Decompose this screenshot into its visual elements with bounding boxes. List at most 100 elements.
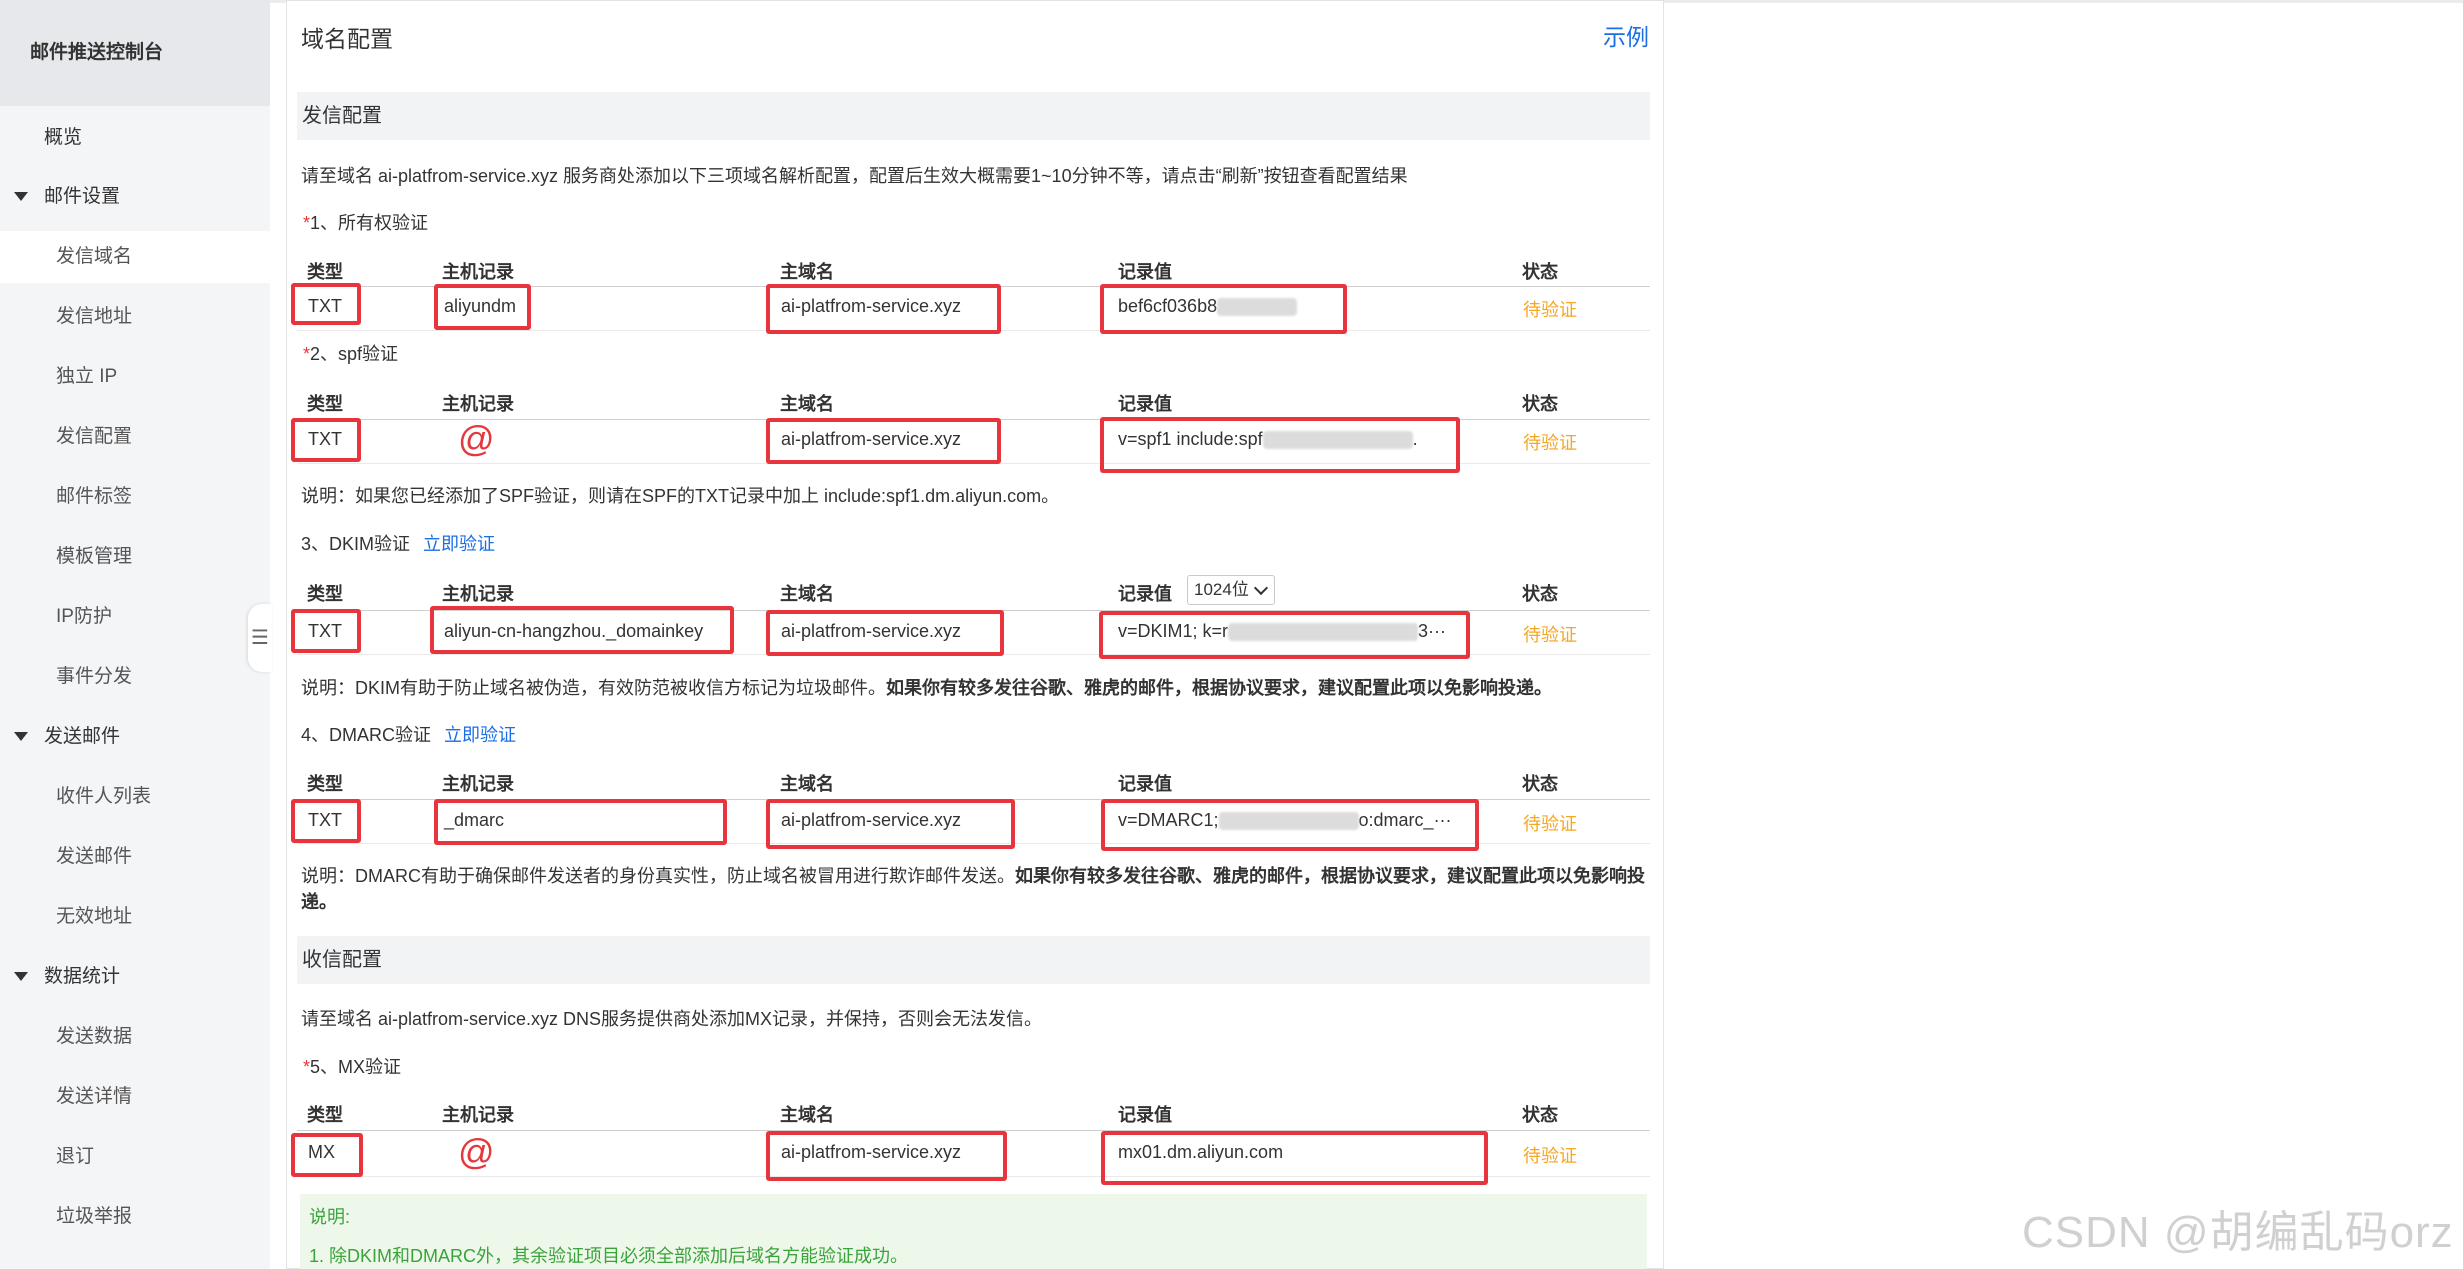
- record-title-spf: *2、spf验证: [303, 340, 398, 366]
- highlight-box: [291, 609, 361, 653]
- dkim-note-text: 说明：DKIM有助于防止域名被伪造，有效防范被收信方标记为垃圾邮件。: [301, 678, 886, 698]
- sidebar-group-label: 邮件设置: [44, 186, 121, 207]
- header-status: 状态: [1522, 1105, 1558, 1125]
- highlight-box: [766, 799, 1015, 849]
- record-status: 待验证: [1523, 300, 1577, 320]
- header-host: 主机记录: [442, 774, 514, 794]
- sidebar-group-label: 数据统计: [44, 966, 121, 987]
- example-link[interactable]: 示例: [1603, 18, 1649, 52]
- sidebar-item-send-data[interactable]: 发送数据: [0, 1011, 270, 1063]
- header-status: 状态: [1522, 774, 1558, 794]
- header-value: 记录值: [1118, 1105, 1172, 1125]
- dkim-verify-link[interactable]: 立即验证: [423, 534, 495, 554]
- sidebar-item-templates[interactable]: 模板管理: [0, 531, 270, 583]
- highlight-box: [1100, 417, 1460, 473]
- dmarc-note-text: 说明：DMARC有助于确保邮件发送者的身份真实性，防止域名被冒用进行欺诈邮件发送…: [301, 866, 1015, 886]
- highlight-box: [766, 610, 1004, 656]
- receive-config-intro: 请至域名 ai-platfrom-service.xyz DNS服务提供商处添加…: [301, 1009, 1043, 1029]
- dmarc-note-bold-continued: 递。: [301, 892, 337, 912]
- receive-config-section-title: 收信配置: [297, 936, 1650, 984]
- sidebar-group-statistics[interactable]: 数据统计: [0, 951, 270, 1003]
- header-status: 状态: [1522, 394, 1558, 414]
- header-domain: 主域名: [780, 584, 834, 604]
- sidebar-item-event-dispatch[interactable]: 事件分发: [0, 651, 270, 703]
- send-config-intro: 请至域名 ai-platfrom-service.xyz 服务商处添加以下三项域…: [301, 166, 1408, 186]
- header-value: 记录值: [1118, 262, 1172, 282]
- record-status: 待验证: [1523, 433, 1577, 453]
- header-host: 主机记录: [442, 262, 514, 282]
- header-host: 主机记录: [442, 394, 514, 414]
- spf-note: 说明：如果您已经添加了SPF验证，则请在SPF的TXT记录中加上 include…: [301, 486, 1060, 506]
- dkim-note: 说明：DKIM有助于防止域名被伪造，有效防范被收信方标记为垃圾邮件。如果你有较多…: [301, 674, 1552, 700]
- record-title-text: 2、spf验证: [310, 344, 399, 364]
- send-config-section-title: 发信配置: [297, 92, 1650, 140]
- highlight-box: [1099, 611, 1470, 659]
- header-domain: 主域名: [780, 394, 834, 414]
- header-value: 记录值: [1118, 394, 1172, 414]
- record-title-text: 3、DKIM验证: [301, 534, 411, 554]
- record-status: 待验证: [1523, 1146, 1577, 1166]
- dkim-note-bold: 如果你有较多发往谷歌、雅虎的邮件，根据协议要求，建议配置此项以免影响投递。: [886, 678, 1552, 698]
- record-title-mx: *5、MX验证: [303, 1053, 401, 1079]
- console-title: 邮件推送控制台: [0, 0, 270, 106]
- header-type: 类型: [307, 584, 343, 604]
- sidebar-item-dedicated-ip[interactable]: 独立 IP: [0, 351, 270, 403]
- highlight-box: [1101, 799, 1479, 851]
- dmarc-verify-link[interactable]: 立即验证: [444, 725, 516, 745]
- key-length-select[interactable]: 1024位: [1187, 575, 1275, 605]
- header-status: 状态: [1522, 584, 1558, 604]
- sidebar-group-mail-settings[interactable]: 邮件设置: [0, 171, 270, 223]
- record-title-text: 1、所有权验证: [310, 213, 429, 233]
- record-host-at: @: [458, 1131, 495, 1172]
- sidebar-item-send-details[interactable]: 发送详情: [0, 1071, 270, 1123]
- sidebar-item-spam-report[interactable]: 垃圾举报: [0, 1191, 270, 1243]
- record-title-dkim: 3、DKIM验证 立即验证: [301, 530, 495, 556]
- sidebar-item-recipient-list[interactable]: 收件人列表: [0, 771, 270, 823]
- highlight-box: [766, 1131, 1007, 1181]
- bottom-note-line1: 1. 除DKIM和DMARC外，其余验证项目必须全部添加后域名方能验证成功。: [309, 1246, 909, 1266]
- sidebar-item-ip-protection[interactable]: IP防护: [0, 591, 270, 643]
- sidebar: 邮件推送控制台 概览 邮件设置 发信域名 发信地址 独立 IP 发信配置 邮件标…: [0, 0, 270, 1269]
- highlight-box: [291, 418, 361, 462]
- header-value: 记录值: [1118, 584, 1172, 604]
- dmarc-note: 说明：DMARC有助于确保邮件发送者的身份真实性，防止域名被冒用进行欺诈邮件发送…: [301, 862, 1645, 888]
- record-status: 待验证: [1523, 625, 1577, 645]
- header-status: 状态: [1522, 262, 1558, 282]
- csdn-watermark: CSDN @胡编乱码orz: [2022, 1208, 2454, 1257]
- list-icon[interactable]: ☰: [248, 604, 272, 672]
- sidebar-item-unsubscribe[interactable]: 退订: [0, 1131, 270, 1183]
- highlight-box: [1101, 1131, 1488, 1185]
- caret-down-icon: [14, 732, 28, 741]
- sidebar-item-overview[interactable]: 概览: [0, 112, 270, 164]
- highlight-box: [766, 418, 1001, 464]
- highlight-box: [291, 1133, 363, 1177]
- highlight-box: [766, 284, 1001, 334]
- sidebar-item-send-mail[interactable]: 发送邮件: [0, 831, 270, 883]
- header-domain: 主域名: [780, 262, 834, 282]
- highlight-box: [291, 799, 361, 843]
- record-title-ownership: *1、所有权验证: [303, 209, 428, 235]
- caret-down-icon: [14, 192, 28, 201]
- sidebar-group-label: 发送邮件: [44, 726, 121, 747]
- header-host: 主机记录: [442, 1105, 514, 1125]
- chevron-down-icon: [1253, 580, 1269, 596]
- header-type: 类型: [307, 262, 343, 282]
- header-type: 类型: [307, 394, 343, 414]
- sidebar-item-invalid-address[interactable]: 无效地址: [0, 891, 270, 943]
- sidebar-item-send-address[interactable]: 发信地址: [0, 291, 270, 343]
- highlight-box: [430, 606, 734, 654]
- sidebar-item-send-domain[interactable]: 发信域名: [0, 231, 270, 283]
- sidebar-group-send-mail[interactable]: 发送邮件: [0, 711, 270, 763]
- header-type: 类型: [307, 1105, 343, 1125]
- key-length-value: 1024位: [1194, 580, 1249, 599]
- header-domain: 主域名: [780, 1105, 834, 1125]
- required-star: *: [303, 213, 311, 233]
- header-host: 主机记录: [442, 584, 514, 604]
- sidebar-item-mail-tags[interactable]: 邮件标签: [0, 471, 270, 523]
- required-star: *: [303, 1057, 311, 1077]
- record-title-text: 5、MX验证: [310, 1057, 402, 1077]
- header-domain: 主域名: [780, 774, 834, 794]
- caret-down-icon: [14, 972, 28, 981]
- sidebar-item-send-config[interactable]: 发信配置: [0, 411, 270, 463]
- record-host-at: @: [458, 418, 495, 459]
